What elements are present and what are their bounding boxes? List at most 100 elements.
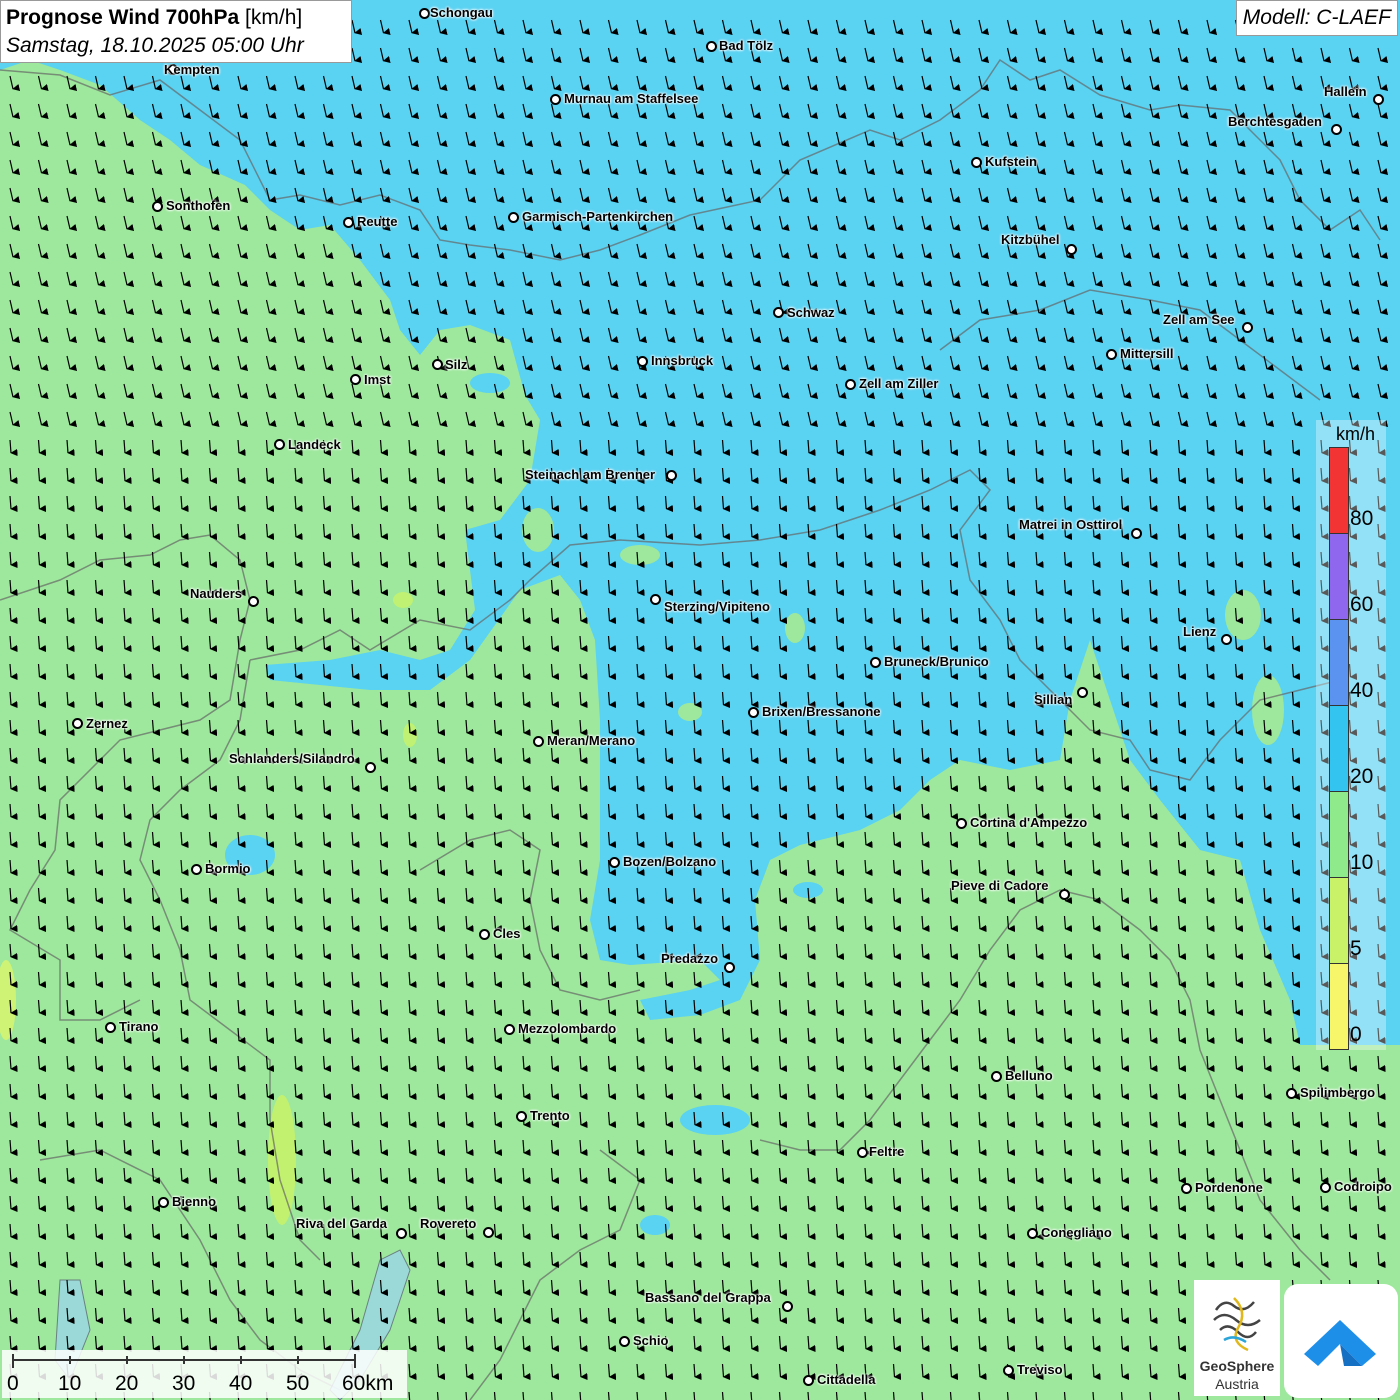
city-label: Reutte [357, 214, 398, 229]
city-label: Pordenone [1195, 1180, 1263, 1195]
wind-patch [680, 1105, 750, 1135]
scale-label: 20 [115, 1372, 139, 1395]
color-legend: km/h 80 60 40 20 10 5 0 [1316, 420, 1386, 1050]
city-dot-icon [343, 217, 354, 228]
scale-label: 60km [342, 1372, 394, 1395]
forecast-datetime: Samstag, 18.10.2025 05:00 Uhr [6, 34, 304, 57]
legend-band-20-40 [1329, 705, 1349, 792]
city-dot-icon [248, 596, 259, 607]
legend-band-40-60 [1329, 619, 1349, 706]
city-label: Sillian [1034, 692, 1073, 707]
city-label: Nauders [190, 586, 243, 601]
city-dot-icon [857, 1147, 868, 1158]
city-dot-icon [432, 359, 443, 370]
city-label: Hallein [1324, 84, 1367, 99]
city-label: Cittadella [817, 1372, 876, 1387]
city-dot-icon [971, 157, 982, 168]
city-label: Bassano del Grappa [645, 1290, 771, 1305]
city-label: Innsbruck [651, 353, 714, 368]
city-label: Zell am See [1163, 312, 1235, 327]
city-label: Conegliano [1041, 1225, 1112, 1240]
legend-band-60-80 [1329, 533, 1349, 620]
app-logo[interactable] [1284, 1284, 1398, 1398]
scale-label: 10 [58, 1372, 82, 1395]
city-dot-icon [706, 41, 717, 52]
city-label: Bruneck/Brunico [884, 654, 989, 669]
city-dot-icon [748, 707, 759, 718]
legend-tick: 20 [1350, 765, 1374, 788]
city-dot-icon [870, 657, 881, 668]
wind-patch-low [268, 1095, 296, 1225]
city-dot-icon [1106, 349, 1117, 360]
city-label: Silz [445, 357, 468, 372]
city-dot-icon [1131, 528, 1142, 539]
wind-patch [1252, 675, 1284, 745]
scale-bar: 0 10 20 30 40 50 60km [2, 1350, 407, 1398]
city-dot-icon [152, 201, 163, 212]
city-label: Imst [364, 372, 391, 387]
city-label: Garmisch-Partenkirchen [522, 209, 674, 224]
city-label: Lienz [1183, 624, 1217, 639]
wind-patch [678, 703, 702, 721]
wind-patch [1225, 590, 1261, 640]
legend-tick: 10 [1350, 851, 1374, 874]
city-dot-icon [396, 1228, 407, 1239]
city-dot-icon [274, 439, 285, 450]
city-label: Tirano [119, 1019, 159, 1034]
city-dot-icon [419, 8, 430, 19]
city-dot-icon [1331, 124, 1342, 135]
city-label: Bormio [205, 861, 251, 876]
city-label: Zernez [86, 716, 128, 731]
city-dot-icon [533, 736, 544, 747]
city-dot-icon [105, 1022, 116, 1033]
legend-tick: 40 [1350, 679, 1374, 702]
city-dot-icon [991, 1071, 1002, 1082]
city-label: Feltre [869, 1144, 905, 1159]
city-label: Steinach am Brenner [525, 467, 656, 482]
city-label: Zell am Ziller [859, 376, 939, 391]
city-label: Schongau [430, 5, 493, 20]
city-dot-icon [508, 212, 519, 223]
city-dot-icon [350, 374, 361, 385]
wind-patch [470, 373, 510, 393]
geosphere-logo-icon [1213, 1297, 1261, 1352]
title-box: Prognose Wind 700hPa [km/h] Samstag, 18.… [0, 0, 352, 63]
city-dot-icon [1373, 94, 1384, 105]
city-dot-icon [1027, 1228, 1038, 1239]
city-dot-icon [782, 1301, 793, 1312]
city-dot-icon [609, 857, 620, 868]
city-dot-icon [483, 1227, 494, 1238]
city-label: Belluno [1005, 1068, 1053, 1083]
city-label: Sterzing/Vipiteno [664, 599, 770, 614]
wind-patch [620, 545, 660, 565]
city-label: Murnau am Staffelsee [564, 91, 699, 106]
city-dot-icon [72, 718, 83, 729]
city-label: Cles [493, 926, 521, 941]
title-unit: [km/h] [245, 6, 303, 29]
city-dot-icon [637, 356, 648, 367]
city-dot-icon [1059, 889, 1070, 900]
legend-tick: 80 [1350, 507, 1374, 530]
title-main: Prognose Wind 700hPa [6, 6, 240, 29]
city-dot-icon [1066, 244, 1077, 255]
legend-tick: 60 [1350, 593, 1374, 616]
model-label: Modell: C-LAEF [1235, 0, 1398, 36]
legend-band-10-20 [1329, 791, 1349, 878]
geosphere-sub: Austria [1215, 1376, 1259, 1392]
geosphere-logo[interactable]: GeoSphere Austria [1194, 1280, 1280, 1396]
city-label: Codroipo [1334, 1179, 1392, 1194]
city-dot-icon [1320, 1182, 1331, 1193]
city-dot-icon [956, 818, 967, 829]
city-label: Kufstein [985, 154, 1037, 169]
city-label: Bozen/Bolzano [623, 854, 717, 869]
city-label: Kempten [164, 62, 220, 77]
city-label: Mittersill [1120, 346, 1174, 361]
city-dot-icon [365, 762, 376, 773]
city-label: Predazzo [661, 951, 719, 966]
city-label: Schlanders/Silandro [229, 751, 355, 766]
city-dot-icon [773, 307, 784, 318]
legend-band-5-10 [1329, 877, 1349, 964]
geosphere-name: GeoSphere [1199, 1358, 1275, 1374]
scale-label: 30 [172, 1372, 196, 1395]
city-label: Schio [633, 1333, 669, 1348]
